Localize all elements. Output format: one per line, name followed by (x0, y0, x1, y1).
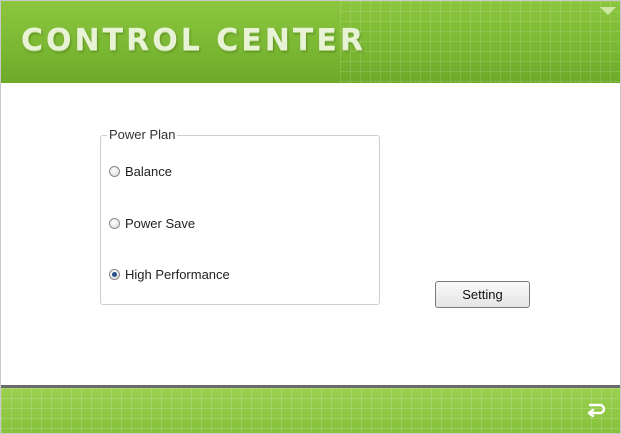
radio-button-icon[interactable] (109, 218, 120, 229)
radio-button-icon[interactable] (109, 166, 120, 177)
header-banner: CONTROL CENTER (1, 1, 620, 83)
setting-button[interactable]: Setting (435, 281, 530, 308)
power-plan-legend: Power Plan (107, 127, 178, 142)
radio-option-power-save[interactable]: Power Save (109, 216, 195, 231)
app-title: CONTROL CENTER (21, 23, 366, 58)
radio-button-selected-icon[interactable] (109, 269, 120, 280)
footer-grid-pattern (1, 388, 620, 433)
radio-label-power-save: Power Save (125, 216, 196, 231)
power-plan-group: Power Plan Balance Power Save High Perfo… (100, 127, 380, 305)
footer-bar (1, 388, 620, 433)
radio-label-high-performance: High Performance (125, 267, 230, 282)
back-arrow-icon[interactable] (584, 398, 608, 422)
radio-label-balance: Balance (125, 164, 172, 179)
menu-arrow-icon[interactable] (600, 7, 616, 15)
header-grid-pattern (340, 1, 620, 83)
radio-option-balance[interactable]: Balance (109, 164, 172, 179)
radio-option-high-performance[interactable]: High Performance (109, 267, 230, 282)
control-center-window: CONTROL CENTER Power Plan Balance Power … (0, 0, 621, 434)
